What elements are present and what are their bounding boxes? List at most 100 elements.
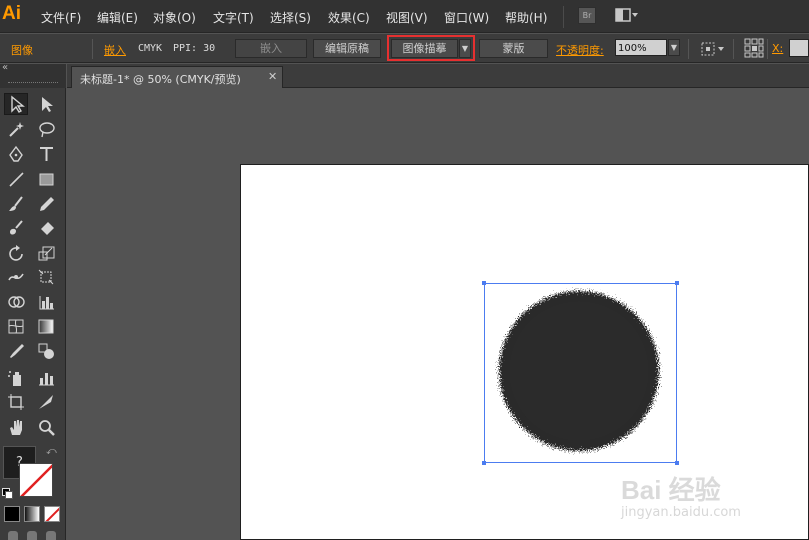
paintbrush-tool-button[interactable]	[4, 193, 28, 215]
lasso-tool-button[interactable]	[34, 118, 58, 140]
mesh-tool-icon	[8, 319, 24, 334]
rotate-tool-icon	[9, 245, 23, 261]
mask-button[interactable]: 蒙版	[479, 39, 548, 58]
document-tab[interactable]: 未标题-1* @ 50% (CMYK/预览) ✕	[71, 66, 283, 88]
menu-edit[interactable]: 编辑(E)	[97, 9, 138, 26]
mesh-tool-button[interactable]	[4, 315, 28, 337]
width-tool-button[interactable]	[4, 266, 28, 288]
graph-tool-button[interactable]	[34, 291, 58, 313]
gradient-mode-button[interactable]	[24, 506, 40, 522]
shape-builder-tool-button[interactable]	[4, 291, 28, 313]
document-tab-title: 未标题-1* @ 50% (CMYK/预览)	[80, 73, 241, 86]
transform-reference-button[interactable]	[744, 38, 764, 58]
selection-tool-button[interactable]	[4, 93, 28, 115]
ppi-label: PPI: 30	[173, 43, 216, 54]
menu-view[interactable]: 视图(V)	[386, 9, 428, 26]
magic-wand-tool-button[interactable]	[4, 118, 28, 140]
default-colors-icon[interactable]	[2, 484, 13, 499]
artboard-tool-icon	[8, 394, 24, 410]
collapse-panel-icon[interactable]: «	[2, 62, 8, 73]
resize-handle[interactable]	[675, 461, 679, 465]
graph-tool-icon	[39, 296, 54, 310]
pen-tool-icon	[9, 145, 23, 162]
scale-tool-button[interactable]	[34, 242, 58, 264]
x-coordinate-input[interactable]	[789, 39, 809, 57]
close-icon[interactable]: ✕	[268, 70, 277, 83]
pencil-tool-icon	[40, 197, 54, 211]
artboard-tool-button[interactable]	[4, 391, 28, 413]
symbol-sprayer-tool-button[interactable]	[4, 367, 28, 389]
embed-button[interactable]: 嵌入	[235, 39, 307, 58]
draw-behind-button[interactable]	[27, 531, 37, 540]
zoom-tool-button[interactable]	[34, 416, 58, 438]
control-divider	[688, 39, 689, 59]
menu-select[interactable]: 选择(S)	[270, 9, 311, 26]
line-tool-icon	[9, 172, 24, 187]
menu-divider	[563, 6, 564, 28]
selection-tool-icon	[11, 95, 25, 113]
symbol-sprayer-tool-icon	[8, 371, 21, 386]
watermark-logo: Bai 经验	[621, 475, 721, 505]
slice-tool-button[interactable]	[34, 391, 58, 413]
type-tool-button[interactable]	[34, 143, 58, 165]
screen-mode-button[interactable]	[46, 531, 56, 540]
resize-handle[interactable]	[482, 461, 486, 465]
recolor-artwork-button[interactable]	[699, 41, 729, 56]
x-coordinate-label[interactable]: X:	[772, 42, 783, 55]
none-mode-button[interactable]	[44, 506, 60, 522]
selection-bounding-box	[484, 283, 677, 463]
column-graph-tool-button[interactable]	[34, 367, 58, 389]
bridge-button[interactable]: Br	[578, 7, 596, 24]
none-color-icon	[20, 464, 52, 496]
magic-wand-tool-icon	[9, 122, 24, 137]
gradient-tool-icon	[38, 319, 54, 334]
eyedropper-tool-icon	[10, 344, 24, 358]
hand-tool-icon	[10, 420, 22, 435]
embed-link[interactable]: 嵌入	[104, 42, 126, 58]
blob-brush-tool-button[interactable]	[4, 217, 28, 239]
direct-selection-tool-button[interactable]	[34, 93, 58, 115]
eyedropper-tool-button[interactable]	[4, 340, 28, 362]
edit-original-button[interactable]: 编辑原稿	[313, 39, 381, 58]
object-type-label: 图像	[11, 44, 33, 57]
align-to-selection-icon	[701, 42, 724, 56]
rectangle-tool-button[interactable]	[34, 168, 58, 190]
rectangle-tool-icon	[39, 173, 54, 186]
rotate-tool-button[interactable]	[4, 242, 28, 264]
control-divider	[92, 39, 93, 59]
color-mode-label: CMYK	[138, 43, 163, 54]
pen-tool-button[interactable]	[4, 143, 28, 165]
direct-selection-tool-icon	[42, 97, 53, 112]
scale-tool-icon	[38, 246, 55, 261]
color-mode-button[interactable]	[4, 506, 20, 522]
draw-mode-button[interactable]	[8, 531, 18, 540]
slice-tool-icon	[39, 395, 53, 409]
blend-tool-button[interactable]	[34, 340, 58, 362]
gradient-tool-button[interactable]	[34, 315, 58, 337]
line-tool-button[interactable]	[4, 168, 28, 190]
hand-tool-button[interactable]	[4, 416, 28, 438]
opacity-dropdown[interactable]: ▼	[668, 39, 680, 56]
lasso-tool-icon	[39, 122, 55, 138]
eraser-tool-button[interactable]	[34, 217, 58, 239]
menu-effect[interactable]: 效果(C)	[328, 9, 370, 26]
menu-help[interactable]: 帮助(H)	[505, 9, 547, 26]
opacity-link[interactable]: 不透明度:	[556, 42, 604, 58]
menu-type[interactable]: 文字(T)	[213, 9, 254, 26]
column-graph-tool-icon	[39, 373, 54, 386]
menu-file[interactable]: 文件(F)	[41, 9, 81, 26]
resize-handle[interactable]	[675, 281, 679, 285]
stroke-swatch[interactable]	[19, 463, 53, 497]
menu-object[interactable]: 对象(O)	[153, 9, 196, 26]
zoom-tool-icon	[39, 420, 55, 436]
type-tool-icon	[40, 147, 53, 161]
resize-handle[interactable]	[482, 281, 486, 285]
pencil-tool-button[interactable]	[34, 193, 58, 215]
free-transform-tool-button[interactable]	[34, 266, 58, 288]
workspace-switcher-button[interactable]	[615, 8, 638, 23]
width-tool-icon	[8, 273, 24, 281]
menu-window[interactable]: 窗口(W)	[444, 9, 489, 26]
opacity-input[interactable]: 100%	[615, 39, 667, 56]
none-color-icon	[45, 507, 59, 521]
swap-colors-icon[interactable]: ⤺	[46, 446, 57, 457]
